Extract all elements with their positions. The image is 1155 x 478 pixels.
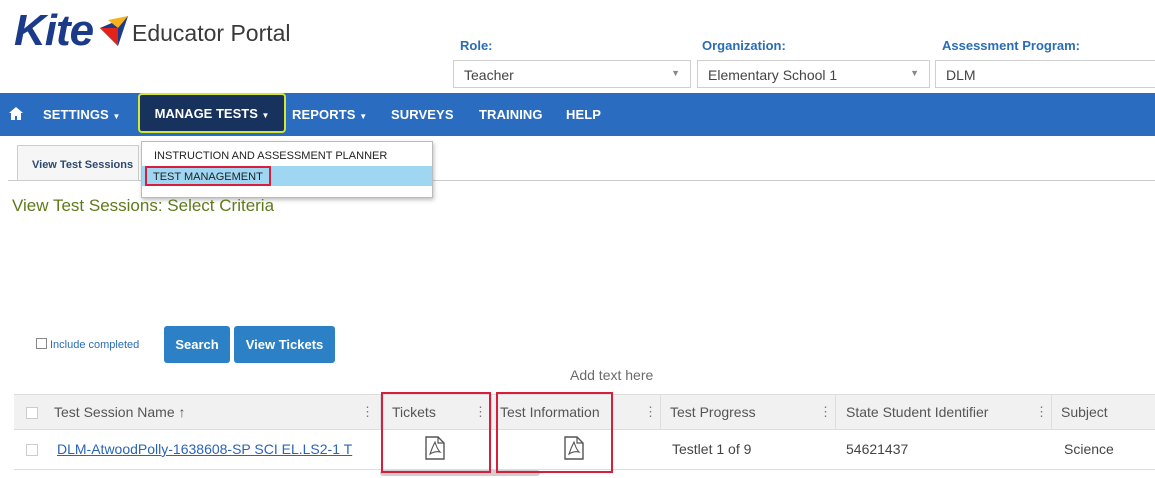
test-information-highlight-box [496, 392, 613, 473]
column-menu-icon[interactable]: ⋮ [361, 395, 374, 429]
portal-title: Educator Portal [132, 20, 291, 46]
program-select[interactable]: DLM [935, 60, 1155, 88]
program-label: Assessment Program: [942, 38, 1080, 53]
column-divider [491, 395, 492, 429]
menu-item-test-management[interactable]: TEST MANAGEMENT [142, 166, 432, 186]
organization-value: Elementary School 1 [708, 67, 838, 83]
home-icon[interactable] [9, 93, 23, 136]
caret-down-icon: ▼ [359, 112, 368, 121]
subject-cell: Science [1064, 441, 1114, 457]
col-test-progress[interactable]: Test Progress [670, 395, 756, 429]
col-subject[interactable]: Subject [1061, 395, 1108, 429]
test-management-label: TEST MANAGEMENT [145, 166, 271, 186]
column-menu-icon[interactable]: ⋮ [819, 395, 832, 429]
include-completed-checkbox[interactable]: Include completed [36, 338, 139, 351]
test-session-link[interactable]: DLM-AtwoodPolly-1638608-SP SCI EL.LS2-1 … [57, 429, 352, 469]
column-menu-icon[interactable]: ⋮ [644, 395, 657, 429]
role-label: Role: [460, 38, 493, 53]
manage-tests-dropdown: INSTRUCTION AND ASSESSMENT PLANNER TEST … [141, 141, 433, 198]
criteria-title: View Test Sessions: Select Criteria [12, 196, 275, 215]
main-nav: SETTINGS ▼ MANAGE TESTS ▼ REPORTS ▼ SURV… [0, 93, 1155, 136]
tab-view-test-sessions[interactable]: View Test Sessions [17, 145, 139, 180]
brand-name: Kite [14, 6, 94, 55]
organization-select[interactable]: Elementary School 1 ▼ [697, 60, 930, 88]
column-divider [660, 395, 661, 429]
nav-settings[interactable]: SETTINGS ▼ [43, 93, 121, 136]
checkbox-box[interactable] [36, 338, 47, 349]
nav-manage-tests[interactable]: MANAGE TESTS ▼ [138, 93, 286, 133]
state-student-identifier-cell: 54621437 [846, 441, 909, 457]
caret-down-icon: ▼ [261, 111, 270, 120]
nav-surveys[interactable]: SURVEYS [391, 93, 454, 136]
include-completed-label: Include completed [50, 339, 140, 351]
role-select[interactable]: Teacher ▼ [453, 60, 691, 88]
column-divider [835, 395, 836, 429]
role-value: Teacher [464, 67, 514, 83]
organization-label: Organization: [702, 38, 786, 53]
row-checkbox[interactable] [26, 444, 38, 456]
nav-reports[interactable]: REPORTS ▼ [292, 93, 367, 136]
caret-down-icon: ▼ [112, 112, 121, 121]
test-progress-cell: Testlet 1 of 9 [672, 441, 752, 457]
chevron-down-icon: ▼ [910, 68, 919, 78]
col-test-session-name[interactable]: Test Session Name ↑ [54, 395, 186, 429]
program-value: DLM [946, 67, 976, 83]
chevron-down-icon: ▼ [671, 68, 680, 78]
menu-item-instruction-planner[interactable]: INSTRUCTION AND ASSESSMENT PLANNER [142, 150, 444, 162]
select-all-checkbox[interactable] [26, 407, 38, 419]
view-tickets-button[interactable]: View Tickets [234, 326, 335, 363]
nav-training[interactable]: TRAINING [479, 93, 543, 136]
search-button[interactable]: Search [164, 326, 230, 363]
nav-help[interactable]: HELP [566, 93, 601, 136]
column-divider [1051, 395, 1052, 429]
col-state-student-identifier[interactable]: State Student Identifier [846, 395, 988, 429]
add-text-placeholder: Add text here [570, 367, 654, 383]
tickets-highlight-box [381, 392, 491, 473]
column-menu-icon[interactable]: ⋮ [1035, 395, 1048, 429]
